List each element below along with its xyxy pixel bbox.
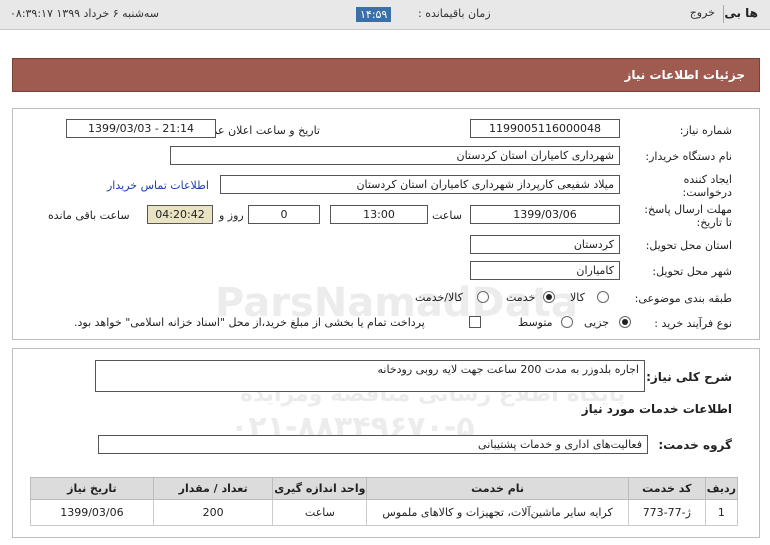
- time-remaining-label: ساعت باقی مانده: [48, 209, 130, 222]
- category-goods-service-radio[interactable]: [477, 291, 489, 303]
- deadline-label-1: مهلت ارسال پاسخ:: [644, 203, 732, 216]
- cell-service-code: ژ-77-773: [627, 499, 706, 526]
- services-section-title: اطلاعات خدمات مورد نیاز: [581, 402, 732, 416]
- process-label: نوع فرآیند خرید :: [654, 317, 732, 330]
- deadline-hour-field: 13:00: [330, 205, 428, 224]
- buyer-label: نام دستگاه خریدار:: [645, 150, 732, 163]
- process-minor-label: جزیی: [584, 316, 610, 329]
- top-bar: ها بی خروج زمان باقیمانده : ۱۴:۵۹ سه‌شنب…: [0, 0, 770, 30]
- cell-row-number: 1: [704, 499, 739, 526]
- session-timer: ۱۴:۵۹: [356, 7, 392, 22]
- process-minor-radio[interactable]: [619, 316, 631, 328]
- current-datetime: سه‌شنبه ۶ خرداد ۱۳۹۹ ۰۸:۳۹:۱۷: [10, 7, 160, 20]
- page-title: جزئیات اطلاعات نیاز: [624, 68, 745, 82]
- need-number-field: 1199005116000048: [470, 119, 620, 138]
- treasury-payment-checkbox[interactable]: [469, 316, 481, 328]
- app-logo: ها بی: [724, 6, 758, 20]
- need-number-label: شماره نیاز:: [679, 124, 732, 137]
- col-service-code: کد خدمت: [627, 477, 706, 500]
- need-info-frame: [12, 108, 760, 340]
- days-label: روز و: [219, 209, 244, 222]
- deadline-date-field: 1399/03/06: [470, 205, 620, 224]
- col-need-date: تاریخ نیاز: [30, 477, 154, 500]
- page-header: جزئیات اطلاعات نیاز: [12, 58, 760, 92]
- description-field: اجاره بلدوزر به مدت 200 ساعت جهت لایه رو…: [95, 360, 645, 392]
- description-label: شرح کلی نیاز:: [646, 370, 732, 384]
- table-row: 1 ژ-77-773 کرایه سایر ماشین‌آلات، تجهیزا…: [30, 499, 739, 526]
- col-quantity: تعداد / مقدار: [152, 477, 274, 500]
- services-table: ردیف کد خدمت نام خدمت واحد اندازه گیری ت…: [30, 477, 739, 526]
- buyer-field: شهرداری کامیاران استان کردستان: [170, 146, 620, 165]
- announce-datetime-field: 1399/03/03 - 21:14: [66, 119, 216, 138]
- deadline-hour-label: ساعت: [432, 209, 462, 222]
- cell-quantity: 200: [152, 499, 274, 526]
- col-unit: واحد اندازه گیری: [272, 477, 368, 500]
- treasury-payment-note: پرداخت تمام یا بخشی از مبلغ خرید،از محل …: [74, 316, 425, 329]
- creator-label-2: درخواست:: [682, 186, 732, 199]
- process-medium-label: متوسط: [518, 316, 553, 329]
- city-label: شهر محل تحویل:: [652, 265, 732, 278]
- province-field: کردستان: [470, 235, 620, 254]
- days-remaining-field: 0: [248, 205, 320, 224]
- category-goods-label: کالا: [570, 291, 585, 304]
- city-field: کامیاران: [470, 261, 620, 280]
- logout-link[interactable]: خروج: [690, 6, 715, 19]
- buyer-contact-link[interactable]: اطلاعات تماس خریدار: [107, 179, 209, 192]
- col-row-number: ردیف: [704, 477, 739, 500]
- category-service-label: خدمت: [506, 291, 536, 304]
- service-group-label: گروه خدمت:: [658, 438, 732, 452]
- service-group-field: فعالیت‌های اداری و خدمات پشتیبانی: [98, 435, 648, 454]
- category-service-radio[interactable]: [543, 291, 555, 303]
- remaining-time-label: زمان باقیمانده :: [418, 7, 491, 20]
- process-medium-radio[interactable]: [561, 316, 573, 328]
- category-label: طبقه بندی موضوعی:: [634, 292, 732, 305]
- time-remaining-field: 04:20:42: [147, 205, 213, 224]
- divider: [723, 5, 724, 23]
- category-goods-radio[interactable]: [597, 291, 609, 303]
- cell-service-name: کرایه سایر ماشین‌آلات، تجهیزات و کالاهای…: [366, 499, 629, 526]
- table-header-row: ردیف کد خدمت نام خدمت واحد اندازه گیری ت…: [30, 477, 739, 500]
- creator-field: میلاد شفیعی کارپرداز شهرداری کامیاران اس…: [220, 175, 620, 194]
- cell-unit: ساعت: [272, 499, 368, 526]
- deadline-label-2: تا تاریخ:: [696, 216, 732, 229]
- creator-label-1: ایجاد کننده: [683, 173, 732, 186]
- category-goods-service-label: کالا/خدمت: [415, 291, 463, 304]
- cell-need-date: 1399/03/06: [30, 499, 154, 526]
- col-service-name: نام خدمت: [366, 477, 629, 500]
- province-label: استان محل تحویل:: [645, 239, 732, 252]
